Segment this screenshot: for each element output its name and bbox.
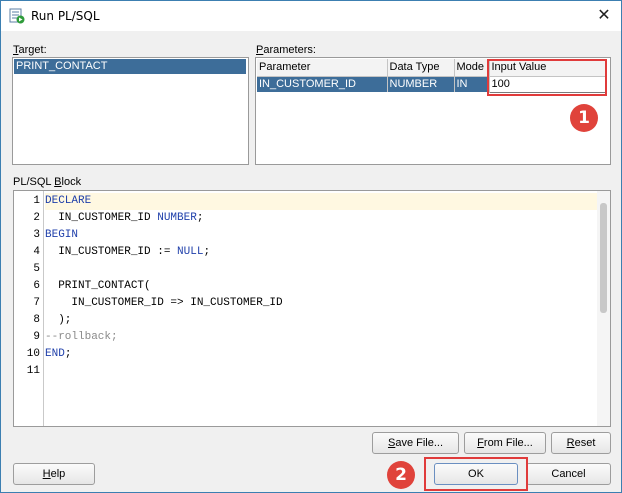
input-value-highlight — [487, 59, 607, 96]
target-label: Target: — [13, 44, 47, 56]
parameters-label: Parameters: — [256, 44, 316, 56]
reset-button[interactable]: Reset — [551, 432, 611, 454]
help-button[interactable]: Help — [13, 463, 95, 485]
plsql-code-editor[interactable]: 1 2 3 4 5 6 7 8 9 10 11 DECLARE IN_CUSTOMER_ID NUM… — [13, 190, 611, 427]
target-item-print-contact[interactable]: PRINT_CONTACT — [14, 59, 246, 74]
plsql-block-label: PL/SQL Block — [13, 176, 82, 188]
code-line: ); — [45, 312, 71, 329]
from-file-button[interactable]: From File... — [464, 432, 546, 454]
line-number: 10 — [26, 348, 40, 360]
annotation-marker-1: 1 — [570, 104, 598, 132]
save-file-button[interactable]: Save File... — [372, 432, 459, 454]
line-number-gutter: 1 2 3 4 5 6 7 8 9 10 11 — [14, 191, 44, 426]
code-line: END; — [45, 346, 71, 363]
code-token: NULL — [177, 246, 204, 258]
code-token: ; — [203, 246, 211, 258]
cell-data-type: NUMBER — [387, 76, 455, 92]
code-token: BEGIN — [45, 229, 79, 241]
scrollbar-thumb[interactable] — [600, 203, 607, 313]
code-line: DECLARE — [45, 193, 598, 210]
code-line: --rollback; — [45, 329, 118, 346]
line-number: 8 — [33, 314, 40, 326]
cancel-button[interactable]: Cancel — [526, 463, 611, 485]
line-number: 1 — [33, 195, 40, 207]
line-number: 4 — [33, 246, 40, 258]
annotation-marker-2: 2 — [387, 461, 415, 489]
ok-button-highlight — [424, 457, 528, 491]
cell-mode: IN — [454, 76, 490, 92]
close-button[interactable]: ✕ — [587, 1, 621, 31]
line-number: 11 — [26, 365, 40, 377]
target-list[interactable]: PRINT_CONTACT — [12, 57, 249, 165]
cell-parameter: IN_CUSTOMER_ID — [257, 76, 388, 92]
code-token: IN_CUSTOMER_ID — [45, 212, 158, 224]
column-header-parameter[interactable]: Parameter — [257, 59, 388, 77]
line-number: 3 — [33, 229, 40, 241]
code-token: IN_CUSTOMER_ID => IN_CUSTOMER_ID — [45, 297, 283, 309]
close-icon: ✕ — [597, 5, 611, 24]
code-token: IN_CUSTOMER_ID := — [45, 246, 178, 258]
code-line: PRINT_CONTACT( — [45, 278, 151, 295]
code-token: --rollback; — [45, 331, 118, 343]
code-token: END — [45, 348, 65, 360]
line-number: 7 — [33, 297, 40, 309]
code-token: ); — [45, 314, 72, 326]
line-number: 5 — [33, 263, 40, 275]
code-token: DECLARE — [45, 195, 92, 207]
code-line: IN_CUSTOMER_ID => IN_CUSTOMER_ID — [45, 295, 283, 312]
column-header-data-type[interactable]: Data Type — [387, 59, 455, 77]
code-token: ; — [64, 348, 72, 360]
code-line: IN_CUSTOMER_ID NUMBER; — [45, 210, 203, 227]
line-number: 9 — [33, 331, 40, 343]
code-line: IN_CUSTOMER_ID := NULL; — [45, 244, 210, 261]
code-area[interactable]: DECLARE IN_CUSTOMER_ID NUMBER; BEGIN IN_C… — [45, 191, 598, 426]
line-number: 6 — [33, 280, 40, 292]
code-line: BEGIN — [45, 227, 78, 244]
code-token: PRINT_CONTACT( — [45, 280, 151, 292]
run-plsql-icon — [9, 8, 25, 24]
code-token: NUMBER — [157, 212, 197, 224]
line-number: 2 — [33, 212, 40, 224]
title-bar: Run PL/SQL ✕ — [1, 1, 621, 31]
column-header-mode[interactable]: Mode — [454, 59, 490, 77]
code-token: ; — [196, 212, 204, 224]
vertical-scrollbar[interactable] — [597, 191, 610, 426]
run-plsql-dialog: Run PL/SQL ✕ Target: PRINT_CONTACT Param… — [0, 0, 622, 493]
dialog-title: Run PL/SQL — [31, 9, 100, 23]
